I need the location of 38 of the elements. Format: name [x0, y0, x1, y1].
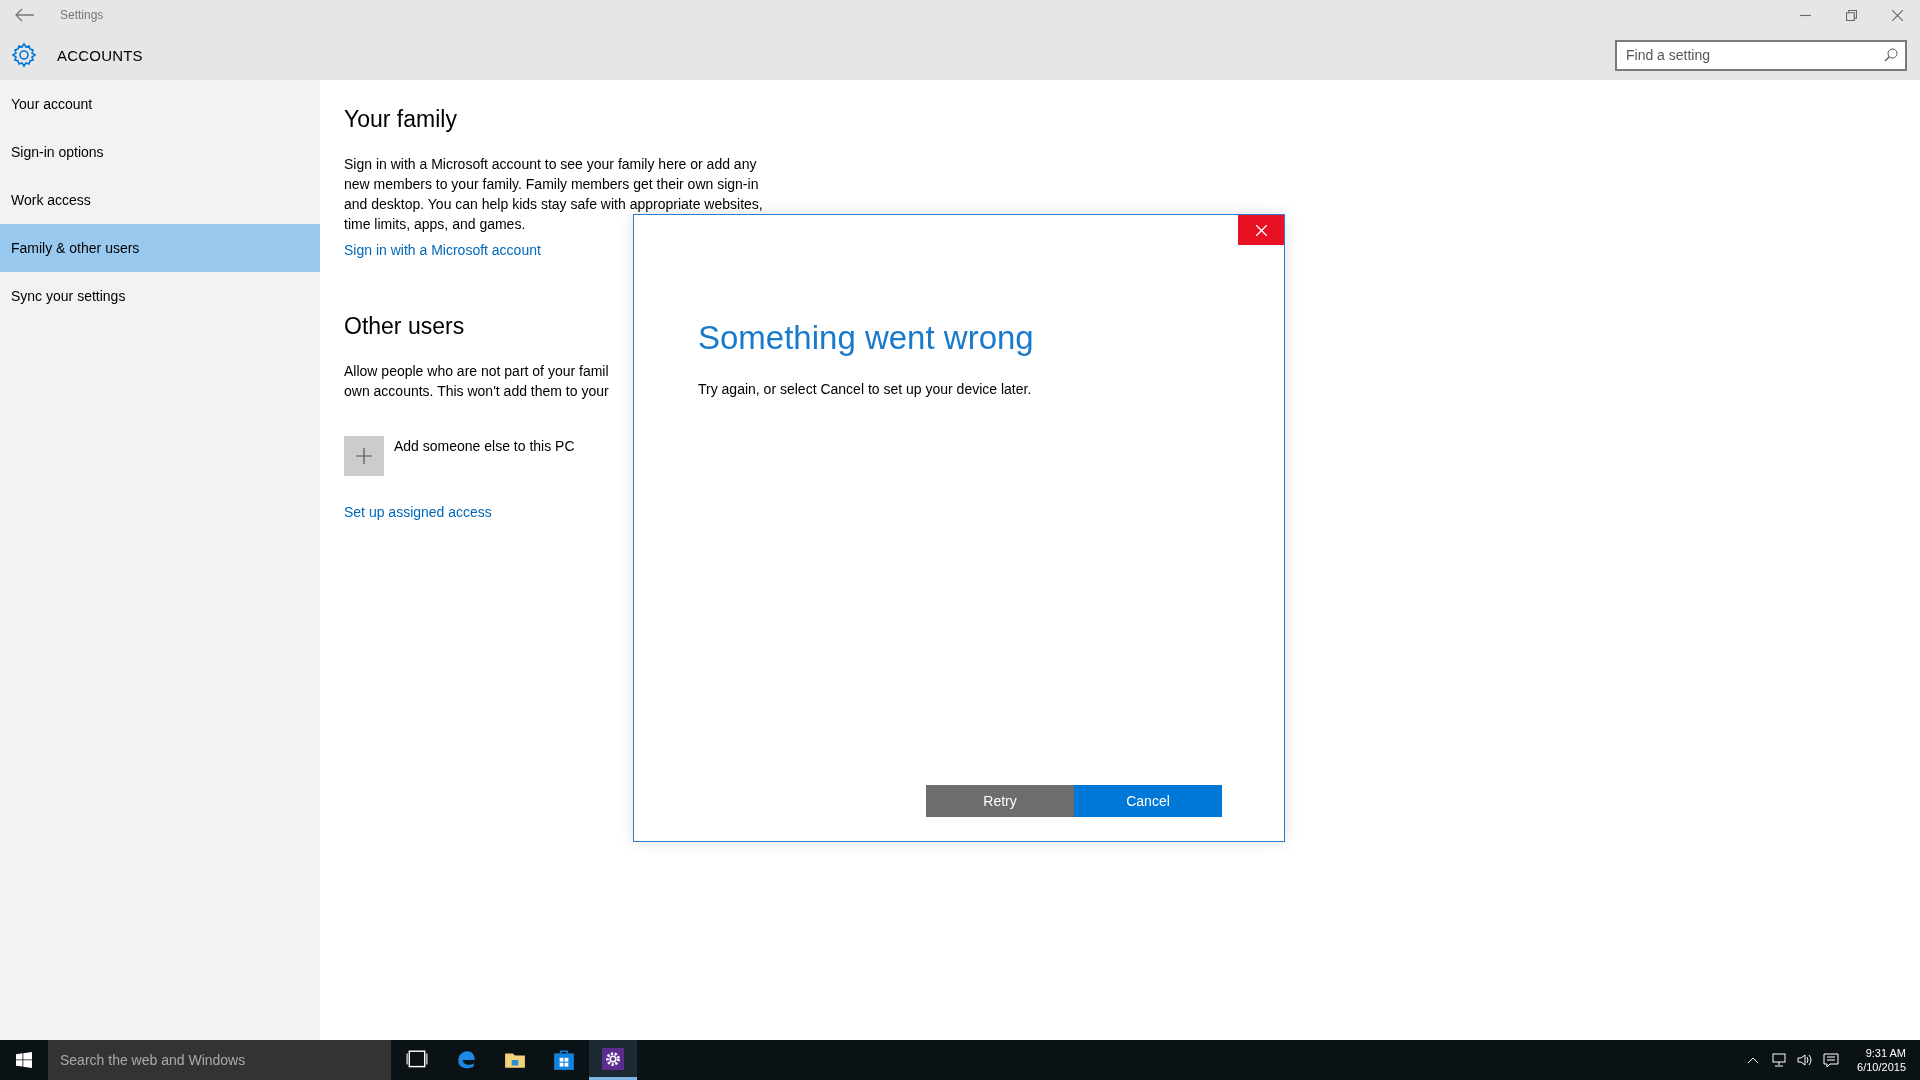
window-title: Settings	[60, 8, 104, 22]
description-text: Sign in with a Microsoft account to see your family here or add any new members to your family. Family members get their own sign-in and desktop. You can help kids stay safe with appropriate websites, time limits, apps, and games.	[344, 155, 763, 234]
volume-icon[interactable]	[1797, 1052, 1814, 1068]
back-arrow-icon[interactable]	[14, 8, 36, 22]
plus-icon	[356, 448, 372, 464]
page-title: ACCOUNTS	[57, 46, 143, 64]
sidebar-item[interactable]: Your account	[0, 80, 320, 128]
assigned-access-link[interactable]: Set up assigned access	[344, 504, 492, 520]
section-heading: Your family	[344, 106, 458, 133]
search-icon	[1884, 47, 1898, 62]
retry-button[interactable]: Retry	[926, 785, 1074, 817]
sidebar-item[interactable]: Family & other users	[0, 224, 320, 272]
network-icon[interactable]	[1771, 1052, 1788, 1068]
message-icon[interactable]	[1823, 1052, 1840, 1068]
taskbar-app-button[interactable]	[589, 1040, 637, 1080]
gear-icon	[602, 1047, 624, 1070]
close-icon	[1255, 224, 1267, 236]
description-text: Allow people who are not part of your famil own accounts. This won't add them to your	[344, 362, 609, 401]
dialog-title: Something went wrong	[698, 319, 1035, 357]
windows-logo-icon	[16, 1052, 32, 1068]
dialog-message: Try again, or select Cancel to set up your device later.	[698, 381, 1033, 397]
gear-icon	[11, 42, 37, 68]
clock[interactable]: 9:31 AM 6/10/2015	[1857, 1046, 1906, 1074]
sidebar-item[interactable]: Work access	[0, 176, 320, 224]
sidebar-item[interactable]: Sign-in options	[0, 128, 320, 176]
clock-time: 9:31 AM	[1865, 1046, 1906, 1060]
sidebar-item[interactable]: Sync your settings	[0, 272, 320, 320]
edge-browser-icon	[455, 1049, 477, 1071]
search-field[interactable]: Find a setting	[1615, 39, 1907, 71]
section-heading: Other users	[344, 313, 466, 340]
add-user-link[interactable]: Add someone else to this PC	[394, 438, 575, 454]
sign-in-link[interactable]: Sign in with a Microsoft account	[344, 242, 541, 258]
close-icon	[1891, 9, 1903, 21]
restore-icon	[1845, 9, 1857, 21]
shopping-bag-icon	[553, 1049, 575, 1071]
clock-date: 6/10/2015	[1857, 1060, 1906, 1074]
taskbar-search-field[interactable]: Search the web and Windows	[48, 1040, 391, 1080]
cancel-button[interactable]: Cancel	[1074, 785, 1222, 817]
